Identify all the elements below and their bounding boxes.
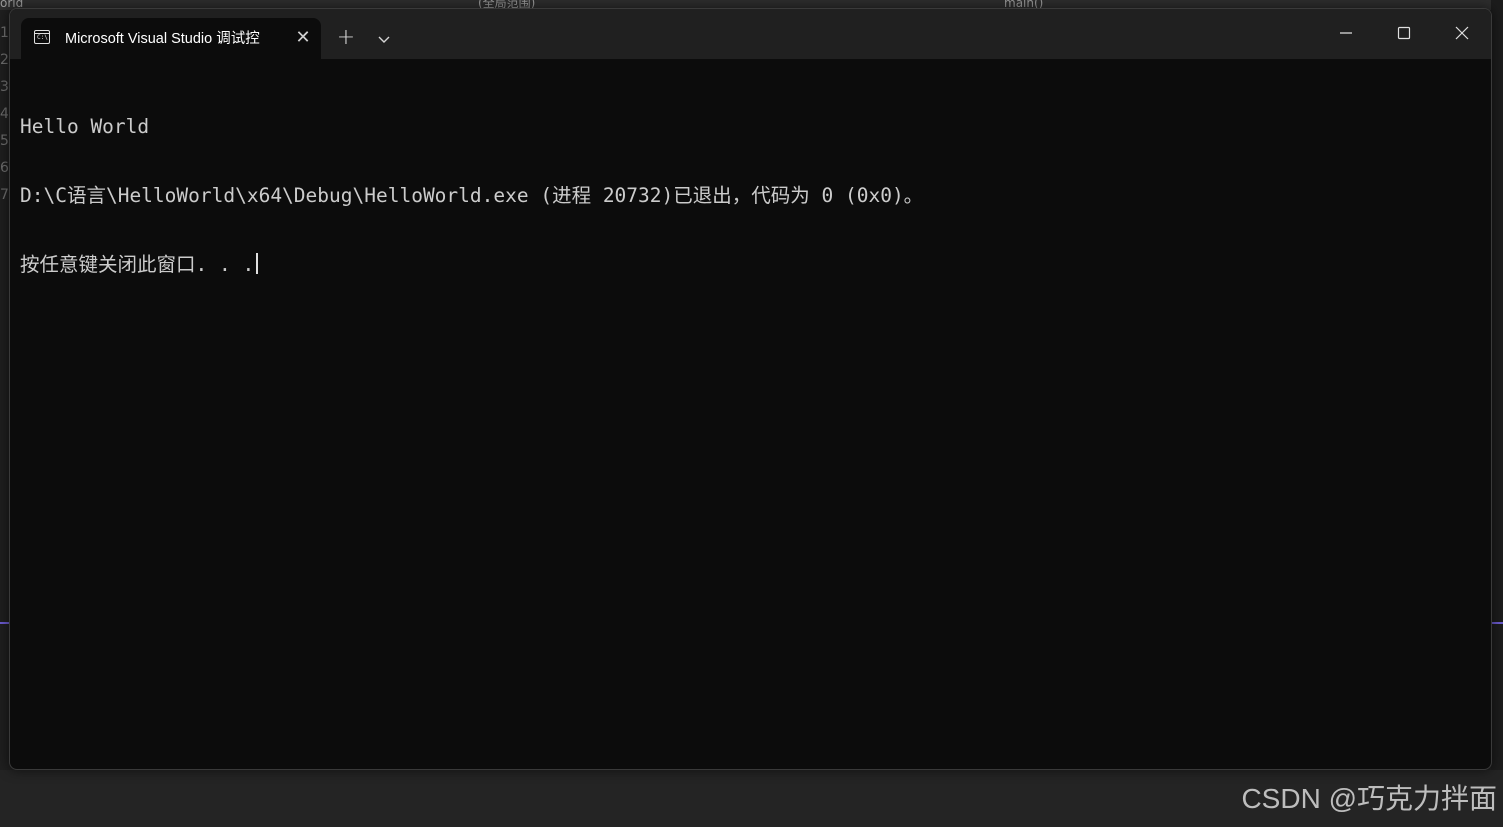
maximize-icon [1397,26,1411,40]
ide-right-strip [1491,0,1503,827]
console-line: D:\C语言\HelloWorld\x64\Debug\HelloWorld.e… [20,184,924,207]
line-number: 5 [0,133,8,149]
line-number: 1 [0,25,8,41]
line-number: 4 [0,106,8,122]
ide-function-dropdown[interactable]: main() [1004,0,1043,9]
minimize-button[interactable] [1317,9,1375,57]
text-cursor [256,253,258,274]
line-number: 7 [0,187,8,200]
ide-divider-right [1491,622,1503,624]
title-bar[interactable]: C:\ Microsoft Visual Studio 调试控 ✕ + [10,9,1491,59]
close-button[interactable] [1433,9,1491,57]
ide-top-left-text: orld [0,0,24,10]
console-output[interactable]: Hello World D:\C语言\HelloWorld\x64\Debug\… [20,69,1480,759]
tab-close-icon[interactable]: ✕ [293,28,313,48]
console-line: 按任意键关闭此窗口. . . [20,253,255,276]
minimize-icon [1340,32,1352,34]
chevron-down-icon[interactable] [372,27,396,51]
close-icon [1455,26,1469,40]
new-tab-button[interactable]: + [332,26,360,50]
ide-scope-dropdown[interactable]: (全局范围) [478,0,535,9]
tab-debug-console[interactable]: C:\ Microsoft Visual Studio 调试控 ✕ [21,18,321,59]
line-number: 6 [0,160,8,176]
terminal-icon: C:\ [34,30,50,44]
console-line: Hello World [20,115,150,138]
maximize-button[interactable] [1375,9,1433,57]
debug-console-window: C:\ Microsoft Visual Studio 调试控 ✕ + Hell… [9,8,1492,770]
line-number: 2 [0,52,8,68]
watermark: CSDN @巧克力拌面 [1241,783,1497,814]
line-number: 3 [0,79,8,95]
ide-divider-left [0,622,9,624]
console-line-prompt: 按任意键关闭此窗口. . . [20,253,1480,276]
tab-title: Microsoft Visual Studio 调试控 [65,31,260,47]
ide-line-gutter: 1 2 3 4 5 6 7 [0,20,8,200]
